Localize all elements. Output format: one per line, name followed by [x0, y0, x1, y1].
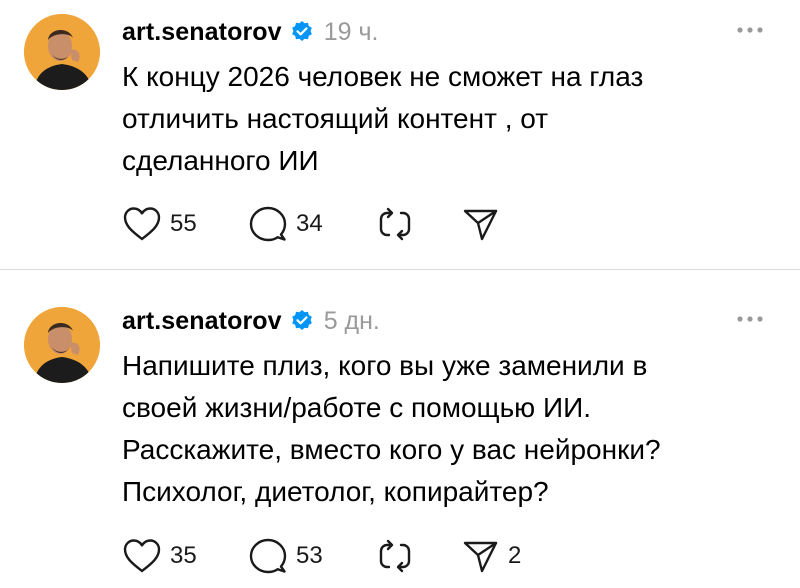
post-text-line: Расскажите, вместо кого у вас нейронки? — [122, 434, 661, 465]
share-button[interactable]: 2 — [460, 536, 521, 576]
like-button[interactable]: 35 — [122, 536, 197, 576]
post-text: Напишите плиз, кого вы уже заменили в св… — [122, 345, 772, 513]
post[interactable]: art.senatorov 19 ч. К концу 2026 человек… — [0, 0, 800, 270]
post-divider — [0, 269, 800, 270]
speech-bubble-icon — [249, 538, 287, 574]
post-text: К концу 2026 человек не сможет на глаз о… — [122, 56, 772, 182]
post-text-line: Напишите плиз, кого вы уже заменили в — [122, 350, 648, 381]
comment-count: 34 — [296, 210, 323, 237]
verified-badge-icon — [290, 309, 314, 333]
post-text-line: отличить настоящий контент , от — [122, 103, 549, 134]
comment-button[interactable]: 34 — [248, 204, 323, 244]
avatar[interactable] — [24, 14, 100, 90]
speech-bubble-icon — [249, 206, 287, 242]
post-text-line: К концу 2026 человек не сможет на глаз — [122, 61, 644, 92]
repost-button[interactable] — [375, 536, 423, 576]
post-text-line: своей жизни/работе с помощью ИИ. — [122, 392, 591, 423]
heart-icon — [123, 539, 161, 573]
verified-badge-icon — [290, 20, 314, 44]
share-count: 2 — [508, 542, 522, 569]
comment-button[interactable]: 53 — [248, 536, 323, 576]
heart-icon — [123, 207, 161, 241]
like-count: 55 — [170, 210, 197, 237]
comment-count: 53 — [296, 542, 323, 569]
post-timestamp: 5 дн. — [323, 306, 380, 335]
post-text-line: сделанного ИИ — [122, 145, 319, 176]
share-button[interactable] — [460, 204, 508, 244]
paper-plane-icon — [463, 541, 498, 573]
username[interactable]: art.senatorov — [122, 307, 282, 336]
paper-plane-icon — [463, 209, 498, 241]
username[interactable]: art.senatorov — [122, 18, 282, 47]
repost-button[interactable] — [375, 204, 423, 244]
post[interactable]: art.senatorov 5 дн. Напишите плиз, кого … — [0, 271, 800, 588]
like-button[interactable]: 55 — [122, 204, 197, 244]
like-count: 35 — [170, 542, 197, 569]
post-header: art.senatorov 5 дн. — [122, 303, 380, 339]
post-text-line: Психолог, диетолог, копирайтер? — [122, 476, 549, 507]
repost-icon — [379, 207, 411, 241]
more-options-icon[interactable] — [733, 20, 767, 40]
more-options-icon[interactable] — [733, 309, 767, 329]
repost-icon — [379, 539, 411, 573]
post-header: art.senatorov 19 ч. — [122, 14, 378, 50]
post-timestamp: 19 ч. — [323, 17, 379, 46]
avatar[interactable] — [24, 307, 100, 383]
